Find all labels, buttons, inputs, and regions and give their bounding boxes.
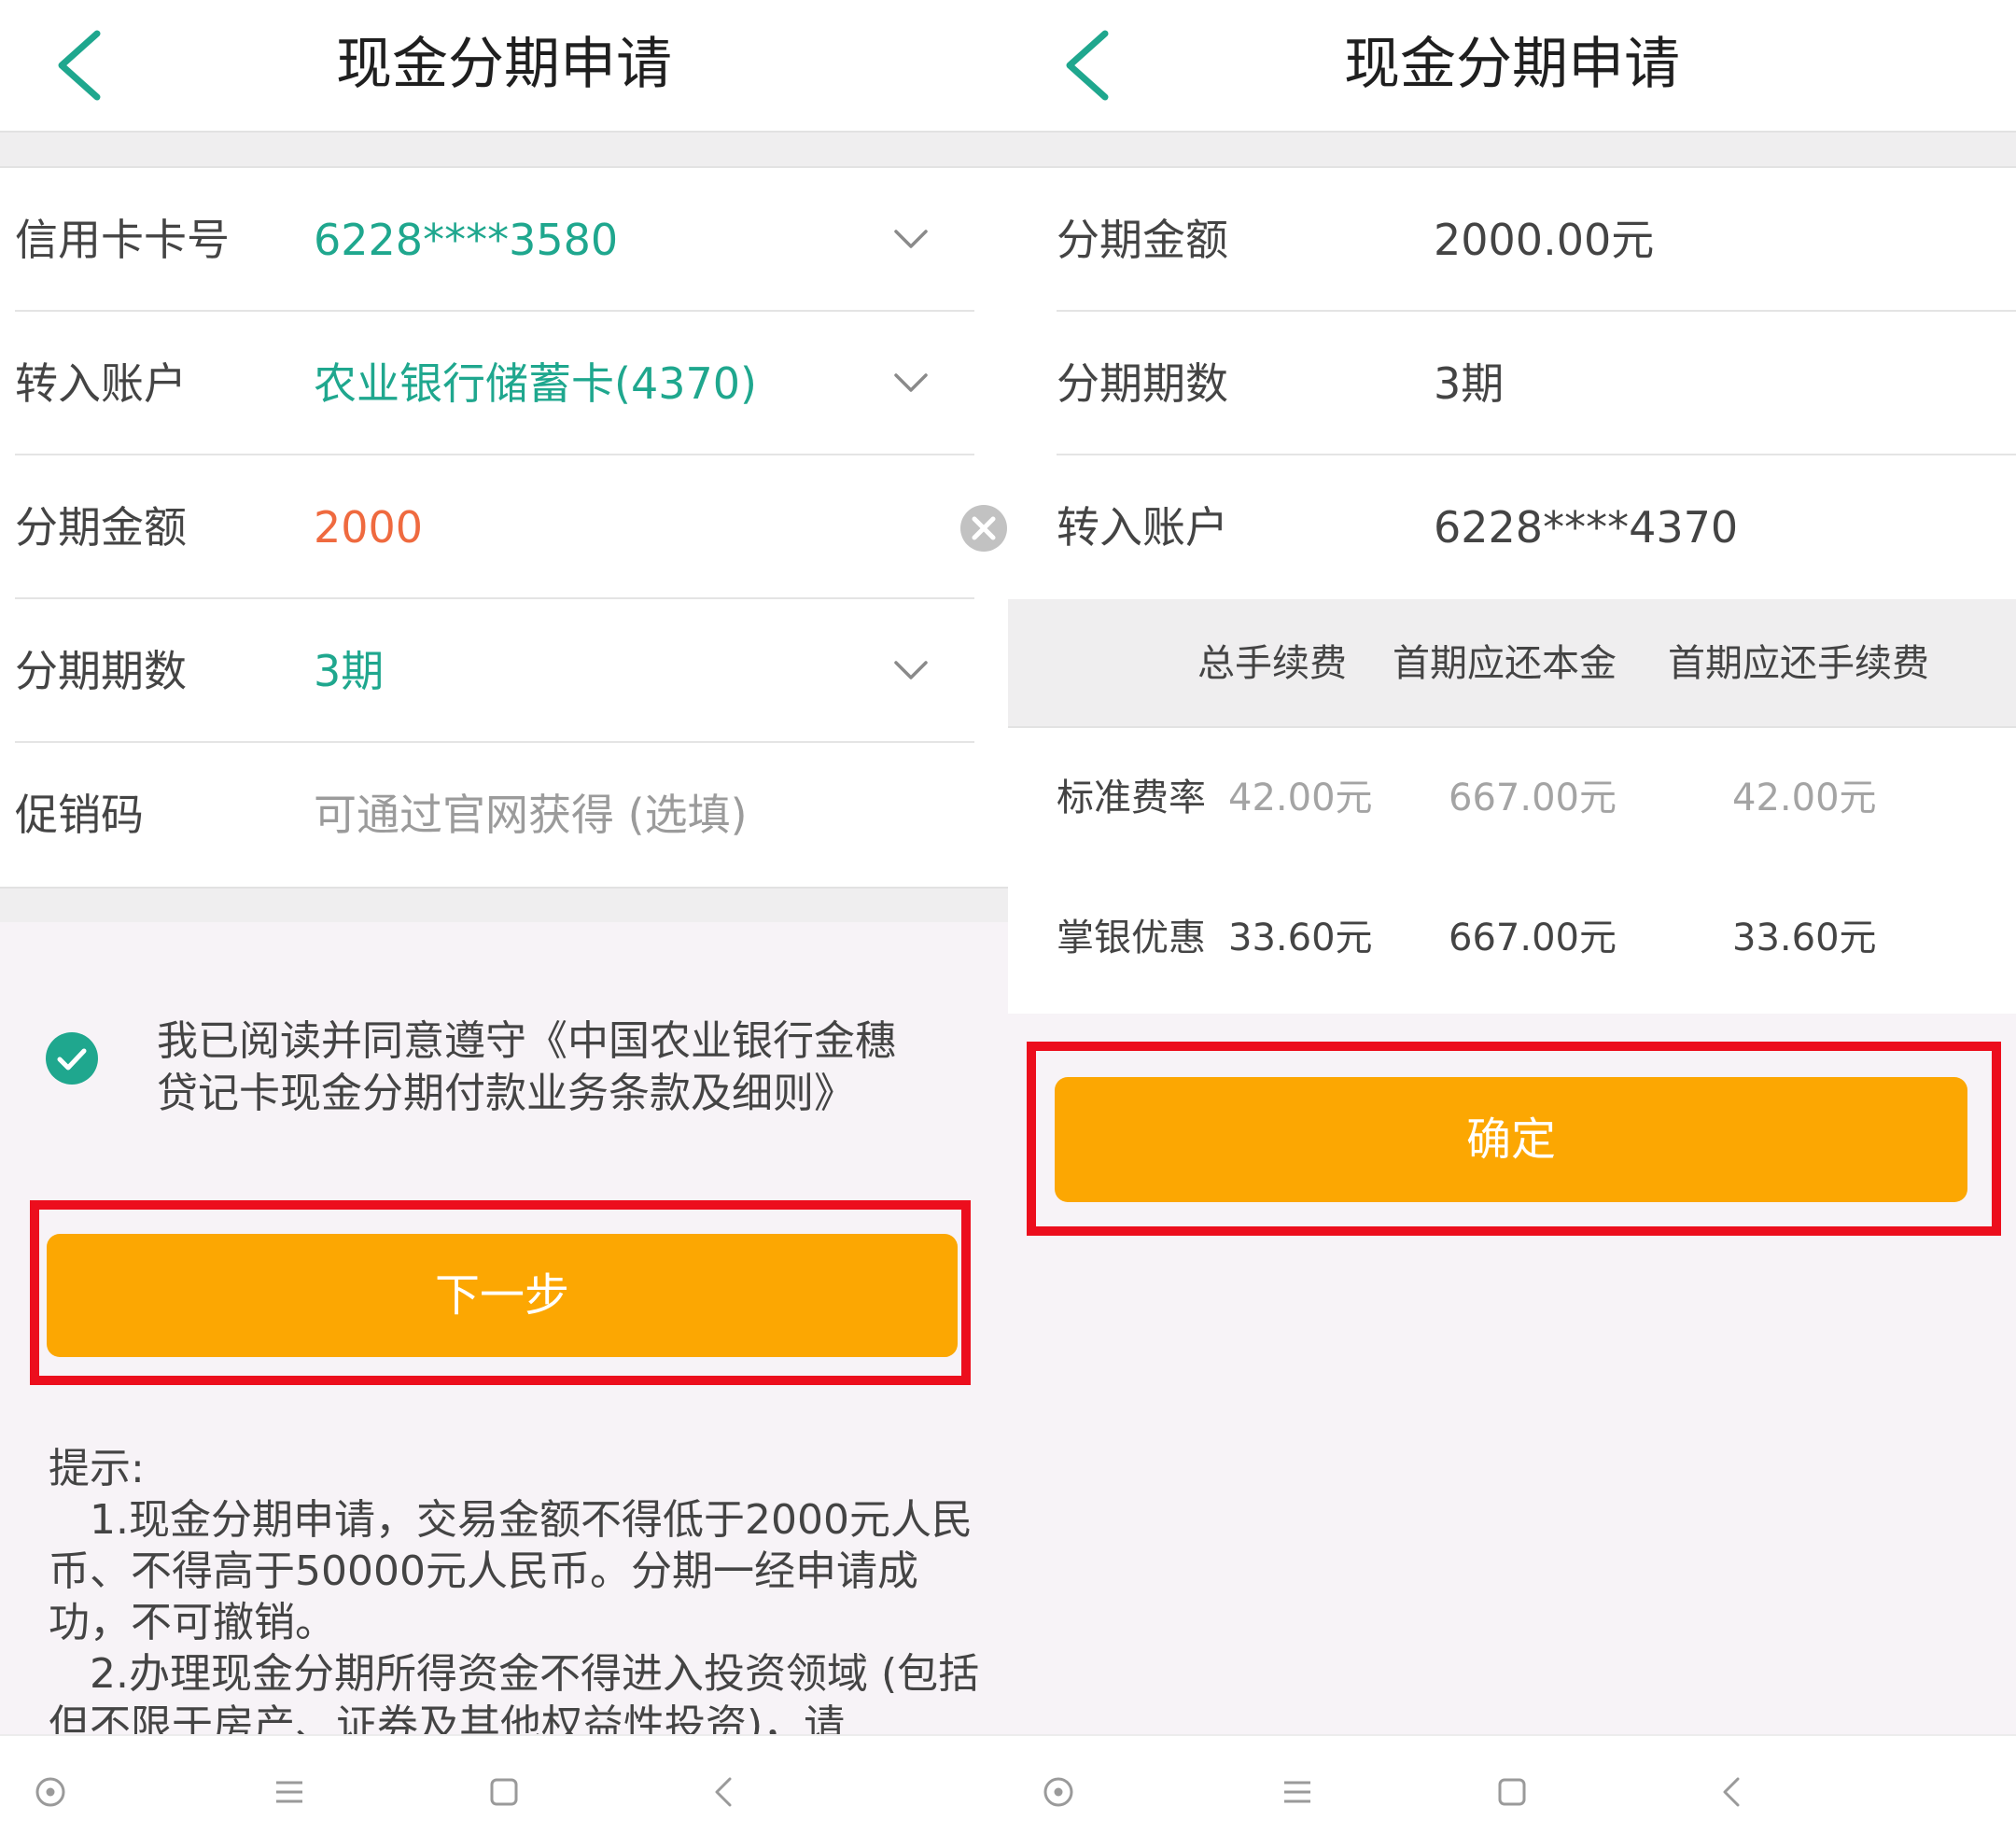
next-button[interactable]: 下一步 xyxy=(47,1234,958,1357)
section-gap xyxy=(1008,133,2016,168)
fee-table-body: 标准费率 42.00元 667.00元 42.00元 掌银优惠 33.60元 6… xyxy=(1008,728,2016,1014)
fee-cell: 667.00元 xyxy=(1449,917,1617,959)
fee-header-first-fee: 首期应还手续费 xyxy=(1668,642,1929,685)
apply-form: 信用卡卡号 6228****3580 转入账户 农业银行储蓄卡(4370) 分期… xyxy=(0,168,1008,887)
periods-row[interactable]: 分期期数 3期 xyxy=(0,599,1008,743)
card-number-select[interactable]: 6228****3580 xyxy=(314,168,618,312)
fee-cell: 42.00元 xyxy=(1228,777,1373,819)
clear-circle-icon[interactable] xyxy=(959,504,1008,553)
promo-row[interactable]: 促销码 可通过官网获得 (选填) xyxy=(0,743,1008,887)
summary-amount-label: 分期金额 xyxy=(1057,215,1228,265)
periods-label: 分期期数 xyxy=(15,646,187,696)
nav-back-icon[interactable] xyxy=(1714,1773,1751,1811)
confirm-button[interactable]: 确定 xyxy=(1055,1077,1967,1202)
amount-label: 分期金额 xyxy=(15,502,187,553)
fee-row-standard: 标准费率 42.00元 667.00元 42.00元 xyxy=(1008,728,2016,868)
transfer-account-label: 转入账户 xyxy=(15,358,187,409)
screen-apply-form: 现金分期申请 信用卡卡号 6228****3580 转入账户 农业银行储蓄卡(4… xyxy=(0,0,1008,1848)
fee-cell: 42.00元 xyxy=(1732,777,1877,819)
summary-amount-value: 2000.00元 xyxy=(1434,215,1655,265)
tip-item-2: 2.办理现金分期所得资金不得进入投资领域 (包括但不限于房产、证券及其他权益性投… xyxy=(49,1650,980,1734)
summary-account-value: 6228****4370 xyxy=(1434,502,1739,553)
fee-row-label: 掌银优惠 xyxy=(1057,917,1206,959)
fee-table-header: 总手续费 首期应还本金 首期应还手续费 xyxy=(1008,599,2016,728)
summary-account-label: 转入账户 xyxy=(1057,502,1228,553)
header-bar: 现金分期申请 xyxy=(1008,0,2016,133)
nav-home-icon[interactable] xyxy=(485,1773,523,1811)
page-title: 现金分期申请 xyxy=(336,32,672,97)
nav-menu-icon[interactable] xyxy=(1279,1773,1316,1811)
transfer-account-row[interactable]: 转入账户 农业银行储蓄卡(4370) xyxy=(0,312,1008,455)
agreement-line-1: 我已阅读并同意遵守《中国农业银行金穗 xyxy=(157,1017,896,1065)
agreement-line-2: 贷记卡现金分期付款业务条款及细则》 xyxy=(157,1070,855,1117)
promo-label: 促销码 xyxy=(15,790,144,840)
nav-back-icon[interactable] xyxy=(706,1773,743,1811)
nav-menu-icon[interactable] xyxy=(271,1773,308,1811)
tips: 提示: 1.现金分期申请，交易金额不得低于2000元人民币、不得高于50000元… xyxy=(49,1443,982,1734)
nav-home-icon[interactable] xyxy=(1493,1773,1531,1811)
section-gap xyxy=(0,133,1008,168)
section-gap xyxy=(0,887,1008,922)
card-number-label: 信用卡卡号 xyxy=(15,215,230,265)
amount-input[interactable]: 2000 xyxy=(314,455,423,599)
check-circle-icon[interactable] xyxy=(45,1031,99,1085)
summary-periods-value: 3期 xyxy=(1434,358,1505,409)
tip-item-1: 1.现金分期申请，交易金额不得低于2000元人民币、不得高于50000元人民币。… xyxy=(49,1496,973,1646)
summary-amount-row: 分期金额 2000.00元 xyxy=(1008,168,2016,312)
transfer-account-select[interactable]: 农业银行储蓄卡(4370) xyxy=(314,312,757,455)
fee-cell: 667.00元 xyxy=(1449,777,1617,819)
nav-dot-icon[interactable] xyxy=(32,1773,69,1811)
periods-select[interactable]: 3期 xyxy=(314,599,384,743)
fee-header-principal: 首期应还本金 xyxy=(1393,642,1617,685)
amount-row[interactable]: 分期金额 2000 xyxy=(0,455,1008,599)
screen-confirm: 现金分期申请 分期金额 2000.00元 分期期数 3期 转入账户 6228**… xyxy=(1008,0,2016,1848)
header-bar: 现金分期申请 xyxy=(0,0,1008,133)
page-title: 现金分期申请 xyxy=(1344,32,1680,97)
chevron-down-icon[interactable] xyxy=(889,360,933,405)
fee-row-label: 标准费率 xyxy=(1057,777,1206,819)
system-nav-bar xyxy=(0,1734,1008,1848)
fee-row-discount: 掌银优惠 33.60元 667.00元 33.60元 xyxy=(1008,868,2016,1008)
system-nav-bar xyxy=(1008,1734,2016,1848)
chevron-down-icon[interactable] xyxy=(889,648,933,693)
chevron-down-icon[interactable] xyxy=(889,217,933,261)
fee-cell: 33.60元 xyxy=(1228,917,1373,959)
tips-title: 提示: xyxy=(49,1445,145,1492)
fee-header-total: 总手续费 xyxy=(1197,642,1347,685)
summary-account-row: 转入账户 6228****4370 xyxy=(1008,455,2016,599)
card-number-row[interactable]: 信用卡卡号 6228****3580 xyxy=(0,168,1008,312)
nav-dot-icon[interactable] xyxy=(1040,1773,1077,1811)
summary-periods-row: 分期期数 3期 xyxy=(1008,312,2016,455)
promo-input[interactable]: 可通过官网获得 (选填) xyxy=(314,743,748,887)
agreement-text[interactable]: 我已阅读并同意遵守《中国农业银行金穗 贷记卡现金分期付款业务条款及细则》 xyxy=(157,1015,959,1120)
summary-periods-label: 分期期数 xyxy=(1057,358,1228,409)
summary-list: 分期金额 2000.00元 分期期数 3期 转入账户 6228****4370 xyxy=(1008,168,2016,599)
fee-cell: 33.60元 xyxy=(1732,917,1877,959)
